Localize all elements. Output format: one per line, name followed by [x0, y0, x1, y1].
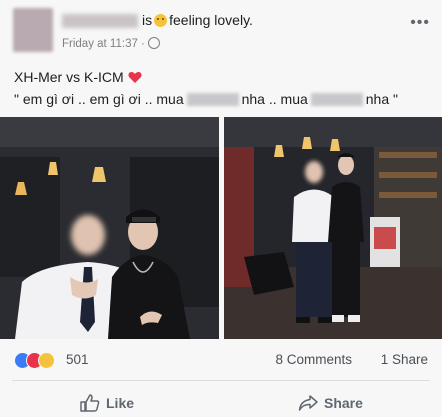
haha-reaction-icon — [38, 352, 55, 369]
share-button[interactable]: Share — [298, 394, 363, 412]
comments-count[interactable]: 8 Comments — [275, 352, 352, 367]
post-text-part-c: nha " — [365, 91, 398, 107]
share-label: Share — [324, 395, 363, 411]
post-photo-1[interactable] — [0, 117, 219, 339]
blurred-text — [186, 93, 239, 106]
post-text-part-a: " em gì ơi .. em gì ơi .. mua — [14, 91, 184, 107]
post-timestamp[interactable]: Friday at 11:37 · — [62, 37, 160, 50]
timestamp-text: Friday at 11:37 · — [62, 38, 145, 50]
heart-icon — [128, 72, 142, 83]
photo-2-scene — [224, 117, 442, 339]
reaction-count[interactable]: 501 — [66, 352, 89, 367]
thumbs-up-icon — [80, 394, 100, 412]
like-button[interactable]: Like — [80, 394, 134, 412]
globe-icon — [147, 37, 160, 49]
post-text-title: XH-Mer vs K-ICM — [14, 69, 124, 85]
reaction-icons[interactable] — [14, 352, 55, 369]
post-text-part-b: nha .. mua — [241, 91, 308, 107]
blurred-text — [310, 93, 363, 106]
post-card: is feeling lovely. ••• Friday at 11:37 · … — [0, 0, 442, 417]
shares-count[interactable]: 1 Share — [381, 352, 428, 367]
post-text-line1: XH-Mer vs K-ICM — [14, 69, 142, 85]
avatar[interactable] — [13, 8, 53, 52]
feeling-text: feeling lovely. — [169, 12, 253, 28]
more-options-button[interactable]: ••• — [410, 14, 430, 32]
post-headline: is feeling lovely. — [142, 12, 253, 28]
author-name-blurred[interactable] — [62, 14, 138, 28]
divider — [12, 380, 430, 381]
post-stats: 501 8 Comments 1 Share — [14, 352, 428, 370]
like-label: Like — [106, 395, 135, 411]
smiling-emoji-icon — [154, 14, 168, 27]
share-arrow-icon — [298, 395, 318, 411]
headline-is: is — [142, 12, 153, 28]
photo-1-scene — [0, 117, 219, 339]
post-text-line2: " em gì ơi .. em gì ơi .. mua nha .. mua n… — [14, 91, 398, 107]
post-photo-2[interactable] — [224, 117, 442, 339]
